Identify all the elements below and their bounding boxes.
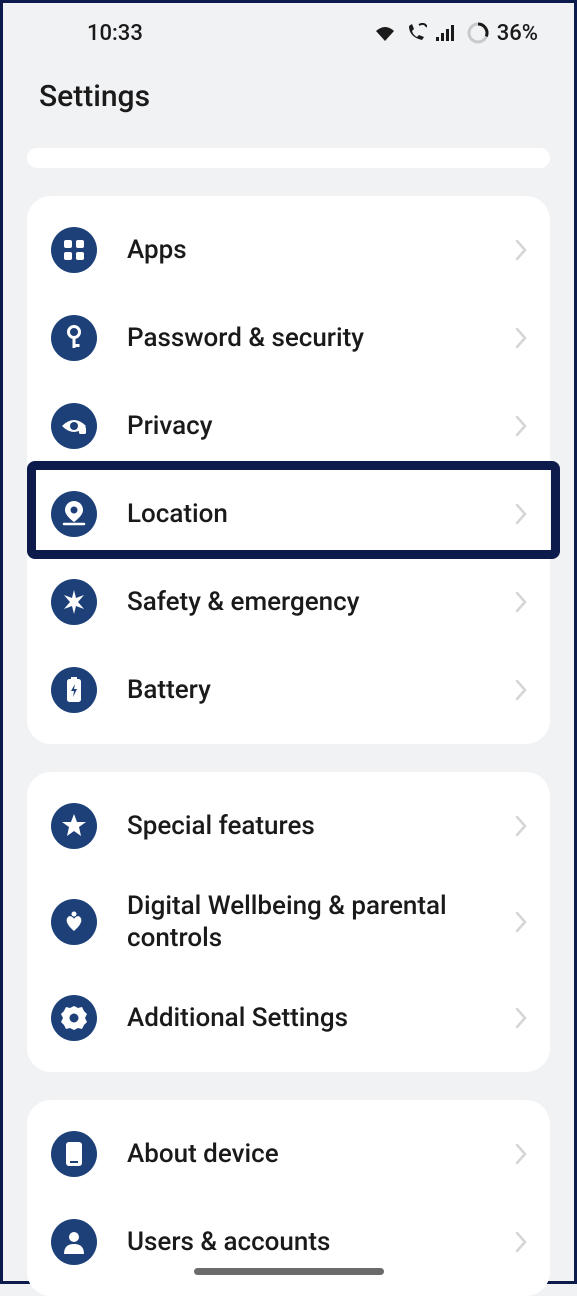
settings-item-special-features[interactable]: Special features <box>27 782 550 870</box>
battery-ring-icon <box>467 22 489 44</box>
wifi-icon <box>373 23 397 43</box>
settings-scroll[interactable]: Apps Password & security Privacy Locatio… <box>3 148 574 1296</box>
star-icon <box>51 803 97 849</box>
page-title: Settings <box>39 79 538 114</box>
user-icon <box>51 1219 97 1265</box>
signal-icon <box>435 23 459 43</box>
settings-item-label: Password & security <box>127 322 514 355</box>
settings-group: Special features Digital Wellbeing & par… <box>27 772 550 1072</box>
settings-item-label: Additional Settings <box>127 1002 514 1035</box>
settings-item-label: Battery <box>127 674 514 707</box>
chevron-right-icon <box>514 590 528 614</box>
key-icon <box>51 315 97 361</box>
heart-icon <box>51 899 97 945</box>
home-indicator[interactable] <box>194 1268 384 1275</box>
gear-icon <box>51 995 97 1041</box>
chevron-right-icon <box>514 326 528 350</box>
settings-item-safety-emergency[interactable]: Safety & emergency <box>27 558 550 646</box>
wifi-calling-icon <box>405 23 427 43</box>
settings-item-additional-settings[interactable]: Additional Settings <box>27 974 550 1062</box>
settings-item-battery[interactable]: Battery <box>27 646 550 734</box>
previous-card-peek <box>27 148 550 168</box>
settings-item-label: Digital Wellbeing & parental controls <box>127 890 514 955</box>
settings-group: Apps Password & security Privacy Locatio… <box>27 196 550 744</box>
chevron-right-icon <box>514 910 528 934</box>
settings-item-label: Safety & emergency <box>127 586 514 619</box>
chevron-right-icon <box>514 1230 528 1254</box>
chevron-right-icon <box>514 502 528 526</box>
settings-item-privacy[interactable]: Privacy <box>27 382 550 470</box>
settings-item-about-device[interactable]: About device <box>27 1110 550 1198</box>
battery-icon <box>51 667 97 713</box>
settings-item-digital-wellbeing[interactable]: Digital Wellbeing & parental controls <box>27 870 550 974</box>
header: Settings <box>3 63 574 148</box>
status-time: 10:33 <box>87 21 143 46</box>
settings-item-apps[interactable]: Apps <box>27 206 550 294</box>
chevron-right-icon <box>514 814 528 838</box>
settings-item-label: Users & accounts <box>127 1226 514 1259</box>
settings-item-label: Location <box>127 498 514 531</box>
location-icon <box>51 491 97 537</box>
chevron-right-icon <box>514 238 528 262</box>
chevron-right-icon <box>514 414 528 438</box>
settings-item-location[interactable]: Location <box>27 470 550 558</box>
chevron-right-icon <box>514 678 528 702</box>
settings-group: About device Users & accounts <box>27 1100 550 1296</box>
settings-item-label: About device <box>127 1138 514 1171</box>
battery-percent: 36% <box>497 21 538 46</box>
settings-item-label: Special features <box>127 810 514 843</box>
settings-item-label: Apps <box>127 234 514 267</box>
settings-item-password-security[interactable]: Password & security <box>27 294 550 382</box>
device-icon <box>51 1131 97 1177</box>
chevron-right-icon <box>514 1142 528 1166</box>
status-bar: 10:33 36% <box>3 3 574 63</box>
status-right: 36% <box>373 21 538 46</box>
apps-icon <box>51 227 97 273</box>
emergency-icon <box>51 579 97 625</box>
privacy-icon <box>51 403 97 449</box>
settings-item-label: Privacy <box>127 410 514 443</box>
chevron-right-icon <box>514 1006 528 1030</box>
